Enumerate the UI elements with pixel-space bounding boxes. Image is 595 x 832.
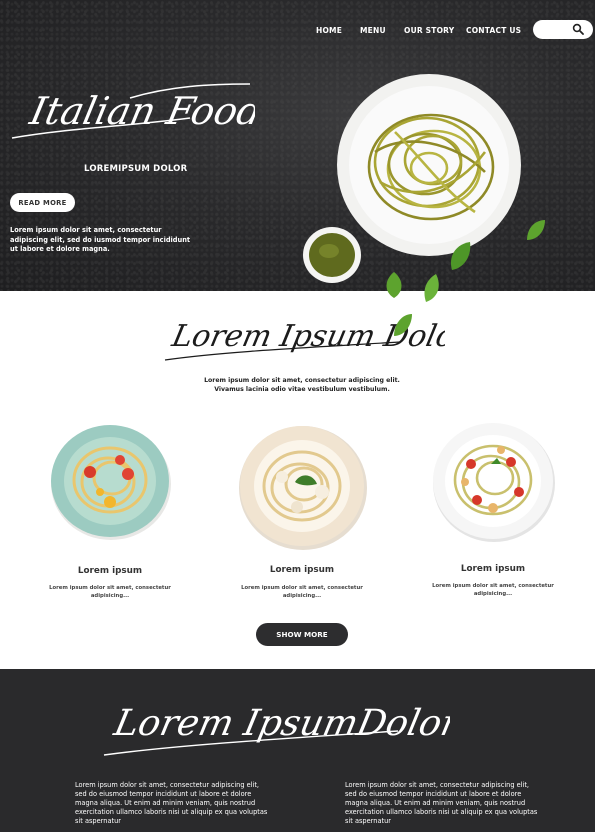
hero-subtitle: LOREMIPSUM DOLOR [84,164,188,174]
dish-description: Lorem ipsum dolor sit amet, consectetur … [241,585,363,600]
footer-script-title-text: Lorem IpsumDolor [110,701,450,744]
dish-title: Lorem ipsum [77,566,143,576]
pasta-plate-image [337,74,521,256]
basil-leaf-icon [424,274,439,302]
basil-leaf-icon [386,272,402,298]
hero-script-title-text: Italian Food [25,89,255,134]
read-more-button[interactable]: READ MORE [10,193,75,212]
dish-description: Lorem ipsum dolor sit amet, consectetur … [49,585,171,600]
search-icon[interactable] [572,23,584,35]
footer-text-left: Lorem ipsum dolor sit amet, consectetur … [75,781,268,825]
nav-our-story[interactable]: OUR STORY [404,26,454,35]
basil-leaf-icon [450,242,471,270]
dish-description: Lorem ipsum dolor sit amet, consectetur … [432,583,554,598]
hero-description: Lorem ipsum dolor sit amet, consectetur … [10,226,191,254]
dish-title: Lorem ipsum [460,564,526,574]
dish-title: Lorem ipsum [269,565,335,575]
basil-leaf-icon [527,220,545,240]
intro-description: Lorem ipsum dolor sit amet, consectetur … [204,377,400,393]
search-input[interactable] [533,20,593,39]
hero-section: HOME MENU OUR STORY CONTACT US Italian F… [0,0,595,291]
show-more-button[interactable]: SHOW MORE [256,623,348,646]
footer-section: Lorem IpsumDolor Lorem ipsum dolor sit a… [0,669,595,832]
nav-home[interactable]: HOME [316,26,342,35]
dish-image [239,426,367,550]
footer-script-title: Lorem IpsumDolor [103,701,450,756]
basil-leaf-icon [394,314,412,336]
dish-image [51,425,171,540]
nav-menu[interactable]: MENU [360,26,386,35]
dish-image [433,423,555,542]
nav-contact-us[interactable]: CONTACT US [466,26,521,35]
pesto-bowl-image [303,227,361,283]
footer-text-right: Lorem ipsum dolor sit amet, consectetur … [345,781,538,825]
hero-script-title: Italian Food [11,83,255,139]
